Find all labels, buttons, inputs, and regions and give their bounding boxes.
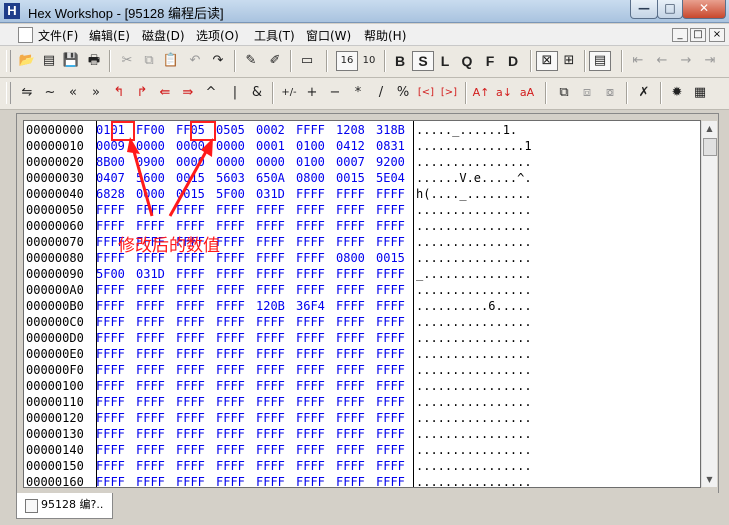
annotation-label: 修改后的数值 xyxy=(118,236,220,256)
document-tab[interactable]: 95128 编?.. xyxy=(16,493,113,519)
document-icon xyxy=(25,499,38,513)
document-tab-label: 95128 编?.. xyxy=(41,498,104,511)
annotation-arrows xyxy=(127,137,213,217)
arrow-to-second-change xyxy=(168,138,213,217)
document-tab-bar: 95128 编?.. xyxy=(0,493,729,525)
arrow-to-first-change xyxy=(127,137,154,217)
arrowhead-right xyxy=(201,138,213,157)
arrowhead-left xyxy=(127,137,140,154)
